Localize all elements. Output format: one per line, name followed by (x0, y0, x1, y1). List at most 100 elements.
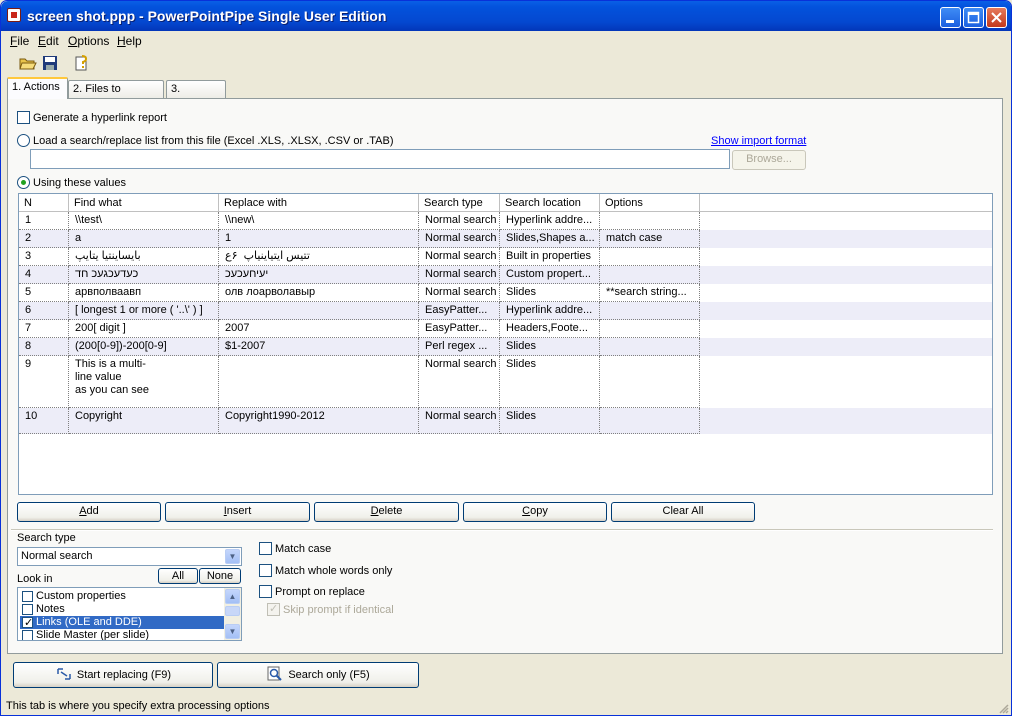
cell-search-type[interactable]: Normal search (419, 230, 500, 248)
menu-file[interactable]: File (10, 34, 29, 48)
tab-options[interactable]: 3. Options (166, 80, 226, 112)
cell-replace-with[interactable]: \\new\ (219, 212, 419, 230)
load-list-radio[interactable] (17, 134, 30, 147)
cell-find-what[interactable]: כעדעכגעכ חד (69, 266, 219, 284)
cell-search-type[interactable]: Normal search (419, 266, 500, 284)
none-button[interactable]: None (199, 568, 241, 584)
list-item-checkbox[interactable]: ✓ (22, 617, 33, 629)
cell-n[interactable]: 4 (19, 266, 69, 284)
cell-find-what[interactable]: \\test\ (69, 212, 219, 230)
start-replacing-button[interactable]: Start replacing (F9) (13, 662, 213, 688)
close-button[interactable] (986, 7, 1007, 28)
cell-search-location[interactable]: Slides,Shapes a... (500, 230, 600, 248)
cell-n[interactable]: 8 (19, 338, 69, 356)
list-scrollbar[interactable]: ▲ ▼ (224, 588, 241, 640)
resize-grip-icon[interactable] (997, 702, 1009, 714)
cell-search-location[interactable]: Slides (500, 338, 600, 356)
tab-actions[interactable]: 1. Actions (7, 77, 68, 99)
list-item-checkbox[interactable] (22, 591, 33, 602)
menu-help[interactable]: Help (117, 34, 142, 48)
save-icon[interactable] (41, 54, 59, 72)
cell-options[interactable]: **search string... (600, 284, 700, 302)
cell-n[interactable]: 10 (19, 408, 69, 434)
table-row[interactable]: 5 арвполваавп олв лоарволавыр Normal sea… (19, 284, 992, 302)
header-find-what[interactable]: Find what (69, 194, 219, 212)
cell-options[interactable] (600, 408, 700, 434)
chevron-down-icon[interactable]: ▼ (225, 624, 240, 639)
cell-replace-with[interactable]: تتیس ایتیاینیاپ ۶ع (219, 248, 419, 266)
menu-options[interactable]: Options (68, 34, 109, 48)
header-replace-with[interactable]: Replace with (219, 194, 419, 212)
cell-options[interactable] (600, 356, 700, 408)
copy-button[interactable]: Copy (463, 502, 607, 522)
table-row[interactable]: 1 \\test\ \\new\ Normal search Hyperlink… (19, 212, 992, 230)
cell-find-what[interactable]: This is a multi- line value as you can s… (69, 356, 219, 408)
open-folder-icon[interactable] (19, 54, 37, 72)
cell-n[interactable]: 3 (19, 248, 69, 266)
search-type-select[interactable]: Normal search ▼ (17, 547, 242, 566)
look-in-list[interactable]: Custom properties Notes ✓ Links (OLE and… (17, 587, 242, 641)
show-import-format-link[interactable]: Show import format (711, 135, 806, 147)
cell-find-what[interactable]: Copyright (69, 408, 219, 434)
cell-replace-with[interactable]: 1 (219, 230, 419, 248)
header-search-location[interactable]: Search location (500, 194, 600, 212)
match-case-checkbox[interactable] (259, 542, 272, 555)
list-item-checkbox[interactable] (22, 630, 33, 640)
cell-search-location[interactable]: Hyperlink addre... (500, 302, 600, 320)
scroll-thumb[interactable] (225, 606, 240, 616)
table-row[interactable]: 9 This is a multi- line value as you can… (19, 356, 992, 408)
table-row[interactable]: 7 200[ digit ] 2007 EasyPatter... Header… (19, 320, 992, 338)
list-item[interactable]: Slide Master (per slide) (20, 629, 225, 640)
cell-options[interactable] (600, 248, 700, 266)
cell-search-location[interactable]: Built in properties (500, 248, 600, 266)
cell-find-what[interactable]: (200[0-9])-200[0-9] (69, 338, 219, 356)
cell-search-location[interactable]: Slides (500, 284, 600, 302)
cell-search-type[interactable]: Perl regex ... (419, 338, 500, 356)
all-button[interactable]: All (158, 568, 198, 584)
minimize-button[interactable] (940, 7, 961, 28)
insert-button[interactable]: Insert (165, 502, 310, 522)
cell-search-type[interactable]: Normal search (419, 284, 500, 302)
cell-options[interactable] (600, 320, 700, 338)
cell-search-location[interactable]: Slides (500, 408, 600, 434)
cell-options[interactable] (600, 302, 700, 320)
cell-search-location[interactable]: Hyperlink addre... (500, 212, 600, 230)
cell-replace-with[interactable]: Copyright1990-2012 (219, 408, 419, 434)
cell-options[interactable] (600, 212, 700, 230)
table-row[interactable]: 4 כעדעכגעכ חד יעיחעכעכ Normal search Cus… (19, 266, 992, 284)
search-replace-grid[interactable]: N Find what Replace with Search type Sea… (18, 193, 993, 495)
list-item[interactable]: ✓ Links (OLE and DDE) (20, 616, 225, 629)
cell-replace-with[interactable]: олв лоарволавыр (219, 284, 419, 302)
cell-find-what[interactable]: 200[ digit ] (69, 320, 219, 338)
cell-search-location[interactable]: Slides (500, 356, 600, 408)
cell-n[interactable]: 1 (19, 212, 69, 230)
cell-n[interactable]: 5 (19, 284, 69, 302)
maximize-button[interactable] (963, 7, 984, 28)
cell-search-location[interactable]: Headers,Foote... (500, 320, 600, 338)
hyperlink-report-checkbox[interactable] (17, 111, 30, 124)
table-row[interactable]: 6 [ longest 1 or more ( '..\' ) ] EasyPa… (19, 302, 992, 320)
cell-search-type[interactable]: Normal search (419, 408, 500, 434)
list-item-checkbox[interactable] (22, 604, 33, 615)
chevron-down-icon[interactable]: ▼ (225, 549, 240, 564)
cell-replace-with[interactable]: 2007 (219, 320, 419, 338)
cell-options[interactable]: match case (600, 230, 700, 248)
cell-replace-with[interactable]: יעיחעכעכ (219, 266, 419, 284)
tab-files-to-process[interactable]: 2. Files to process (68, 80, 164, 112)
search-only-button[interactable]: Search only (F5) (217, 662, 419, 688)
cell-n[interactable]: 6 (19, 302, 69, 320)
whole-words-checkbox[interactable] (259, 564, 272, 577)
cell-search-location[interactable]: Custom propert... (500, 266, 600, 284)
cell-replace-with[interactable] (219, 302, 419, 320)
delete-button[interactable]: Delete (314, 502, 459, 522)
menu-edit[interactable]: Edit (38, 34, 59, 48)
import-file-input[interactable] (30, 149, 730, 169)
cell-find-what[interactable]: a (69, 230, 219, 248)
cell-n[interactable]: 7 (19, 320, 69, 338)
using-values-radio[interactable] (17, 176, 30, 189)
app-icon[interactable] (7, 8, 21, 22)
chevron-up-icon[interactable]: ▲ (225, 589, 240, 604)
header-n[interactable]: N (19, 194, 69, 212)
cell-n[interactable]: 9 (19, 356, 69, 408)
cell-replace-with[interactable] (219, 356, 419, 408)
